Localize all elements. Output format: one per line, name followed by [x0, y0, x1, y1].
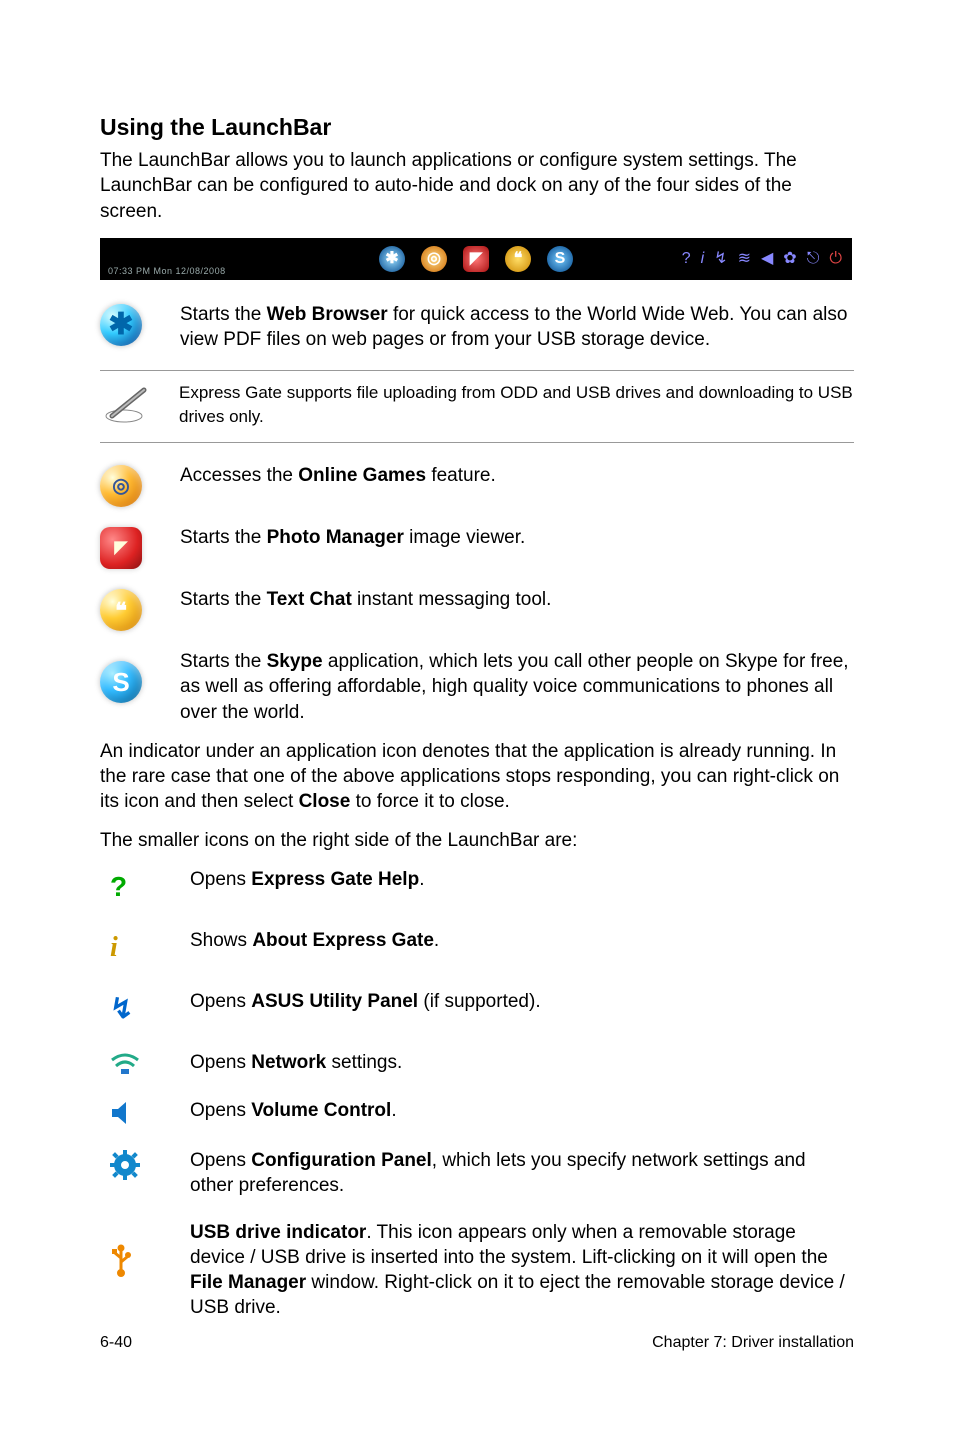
config-desc: Opens Configuration Panel, which lets yo… [190, 1148, 854, 1198]
tray-help-icon: ? [682, 248, 691, 269]
small-row-volume: Opens Volume Control. [100, 1098, 854, 1126]
skype-icon: S [100, 649, 180, 703]
text-chat-mini-icon: ❝ [505, 246, 531, 272]
small-row-help: ? Opens Express Gate Help. [100, 867, 854, 906]
small-row-config: Opens Configuration Panel, which lets yo… [100, 1148, 854, 1198]
text: . [391, 1100, 396, 1121]
volume-desc: Opens Volume Control. [190, 1098, 854, 1123]
small-row-utility: ↯ Opens ASUS Utility Panel (if supported… [100, 989, 854, 1028]
note-box: Express Gate supports file uploading fro… [100, 370, 854, 444]
online-games-icon: ◎ [100, 463, 180, 507]
network-icon [100, 1050, 190, 1076]
web-browser-mini-icon: ✱ [379, 246, 405, 272]
text-strong: Network [251, 1052, 326, 1073]
page-footer: 6-40 Chapter 7: Driver installation [100, 1332, 854, 1353]
utility-icon: ↯ [100, 989, 190, 1028]
feature-row-web-browser: ✱ Starts the Web Browser for quick acces… [100, 302, 854, 352]
text: . [419, 869, 424, 890]
tray-config-icon: ✿ [783, 248, 796, 269]
gear-icon [100, 1148, 190, 1180]
text: Opens [190, 869, 251, 890]
small-row-usb: USB drive indicator. This icon appears o… [100, 1220, 854, 1320]
text-strong: Web Browser [267, 304, 388, 325]
usb-desc: USB drive indicator. This icon appears o… [190, 1220, 854, 1320]
text: image viewer. [404, 527, 525, 548]
help-icon: ? [100, 867, 190, 906]
indicator-paragraph: An indicator under an application icon d… [100, 739, 854, 814]
text: Accesses the [180, 465, 298, 486]
text-chat-icon: ❝ [100, 587, 180, 631]
skype-desc: Starts the Skype application, which lets… [180, 649, 854, 724]
help-desc: Opens Express Gate Help. [190, 867, 854, 892]
web-browser-desc: Starts the Web Browser for quick access … [180, 302, 854, 352]
text-strong: USB drive indicator [190, 1222, 366, 1243]
tray-info-icon: i [701, 248, 705, 269]
tray-network-icon: ≋ [738, 248, 751, 269]
text: Opens [190, 1150, 251, 1171]
feature-row-photo-manager: ◤ Starts the Photo Manager image viewer. [100, 525, 854, 569]
photo-manager-desc: Starts the Photo Manager image viewer. [180, 525, 854, 550]
photo-manager-mini-icon: ◤ [463, 246, 489, 272]
text: Starts the [180, 304, 267, 325]
small-row-about: i Shows About Express Gate. [100, 928, 854, 967]
note-text: Express Gate supports file uploading fro… [179, 381, 854, 429]
network-desc: Opens Network settings. [190, 1050, 854, 1075]
section-heading: Using the LaunchBar [100, 112, 854, 142]
utility-desc: Opens ASUS Utility Panel (if supported). [190, 989, 854, 1014]
text: instant messaging tool. [352, 589, 552, 610]
text: Opens [190, 1100, 251, 1121]
text-strong: ASUS Utility Panel [251, 991, 418, 1012]
text-strong: Configuration Panel [251, 1150, 432, 1171]
launchbar-time: 07:33 PM Mon 12/08/2008 [108, 266, 226, 278]
text-strong: Text Chat [267, 589, 352, 610]
text-strong: Express Gate Help [251, 869, 419, 890]
text-chat-desc: Starts the Text Chat instant messaging t… [180, 587, 854, 612]
text: feature. [426, 465, 496, 486]
small-icons-intro: The smaller icons on the right side of t… [100, 828, 854, 853]
text: Starts the [180, 651, 267, 672]
launchbar-tray-icons: ? i ↯ ≋ ◀ ✿ ⎋ ⏻ [682, 248, 842, 269]
text: Shows [190, 930, 252, 951]
volume-icon [100, 1098, 190, 1126]
online-games-desc: Accesses the Online Games feature. [180, 463, 854, 488]
text: to force it to close. [350, 791, 509, 812]
info-icon: i [100, 928, 190, 967]
launchbar-image: 07:33 PM Mon 12/08/2008 ✱ ◎ ◤ ❝ S ? i ↯ … [100, 238, 852, 280]
tray-volume-icon: ◀ [761, 248, 773, 269]
text-strong: Close [299, 791, 351, 812]
text: Starts the [180, 527, 267, 548]
skype-mini-icon: S [547, 246, 573, 272]
launchbar-center-icons: ✱ ◎ ◤ ❝ S [379, 246, 573, 272]
tray-power-icon: ⏻ [829, 248, 842, 269]
text-strong: About Express Gate [252, 930, 434, 951]
text-strong: Skype [267, 651, 323, 672]
text-strong: Photo Manager [267, 527, 404, 548]
text: Starts the [180, 589, 267, 610]
feature-row-online-games: ◎ Accesses the Online Games feature. [100, 463, 854, 507]
footer-chapter: Chapter 7: Driver installation [652, 1332, 854, 1353]
online-games-mini-icon: ◎ [421, 246, 447, 272]
small-row-network: Opens Network settings. [100, 1050, 854, 1076]
tray-usb-icon: ⎋ [807, 248, 820, 269]
text-strong: Volume Control [251, 1100, 391, 1121]
text: . [434, 930, 439, 951]
tray-utility-icon: ↯ [714, 248, 727, 269]
feature-row-text-chat: ❝ Starts the Text Chat instant messaging… [100, 587, 854, 631]
text: Opens [190, 991, 251, 1012]
web-browser-icon: ✱ [100, 302, 180, 346]
photo-manager-icon: ◤ [100, 525, 180, 569]
intro-paragraph: The LaunchBar allows you to launch appli… [100, 148, 854, 223]
usb-icon [100, 1220, 190, 1278]
text-strong: Online Games [298, 465, 426, 486]
about-desc: Shows About Express Gate. [190, 928, 854, 953]
feature-row-skype: S Starts the Skype application, which le… [100, 649, 854, 724]
text: Opens [190, 1052, 251, 1073]
text: (if supported). [418, 991, 541, 1012]
text: settings. [326, 1052, 402, 1073]
footer-page-number: 6-40 [100, 1332, 132, 1353]
text-strong: File Manager [190, 1272, 306, 1293]
note-pen-icon [100, 386, 155, 424]
